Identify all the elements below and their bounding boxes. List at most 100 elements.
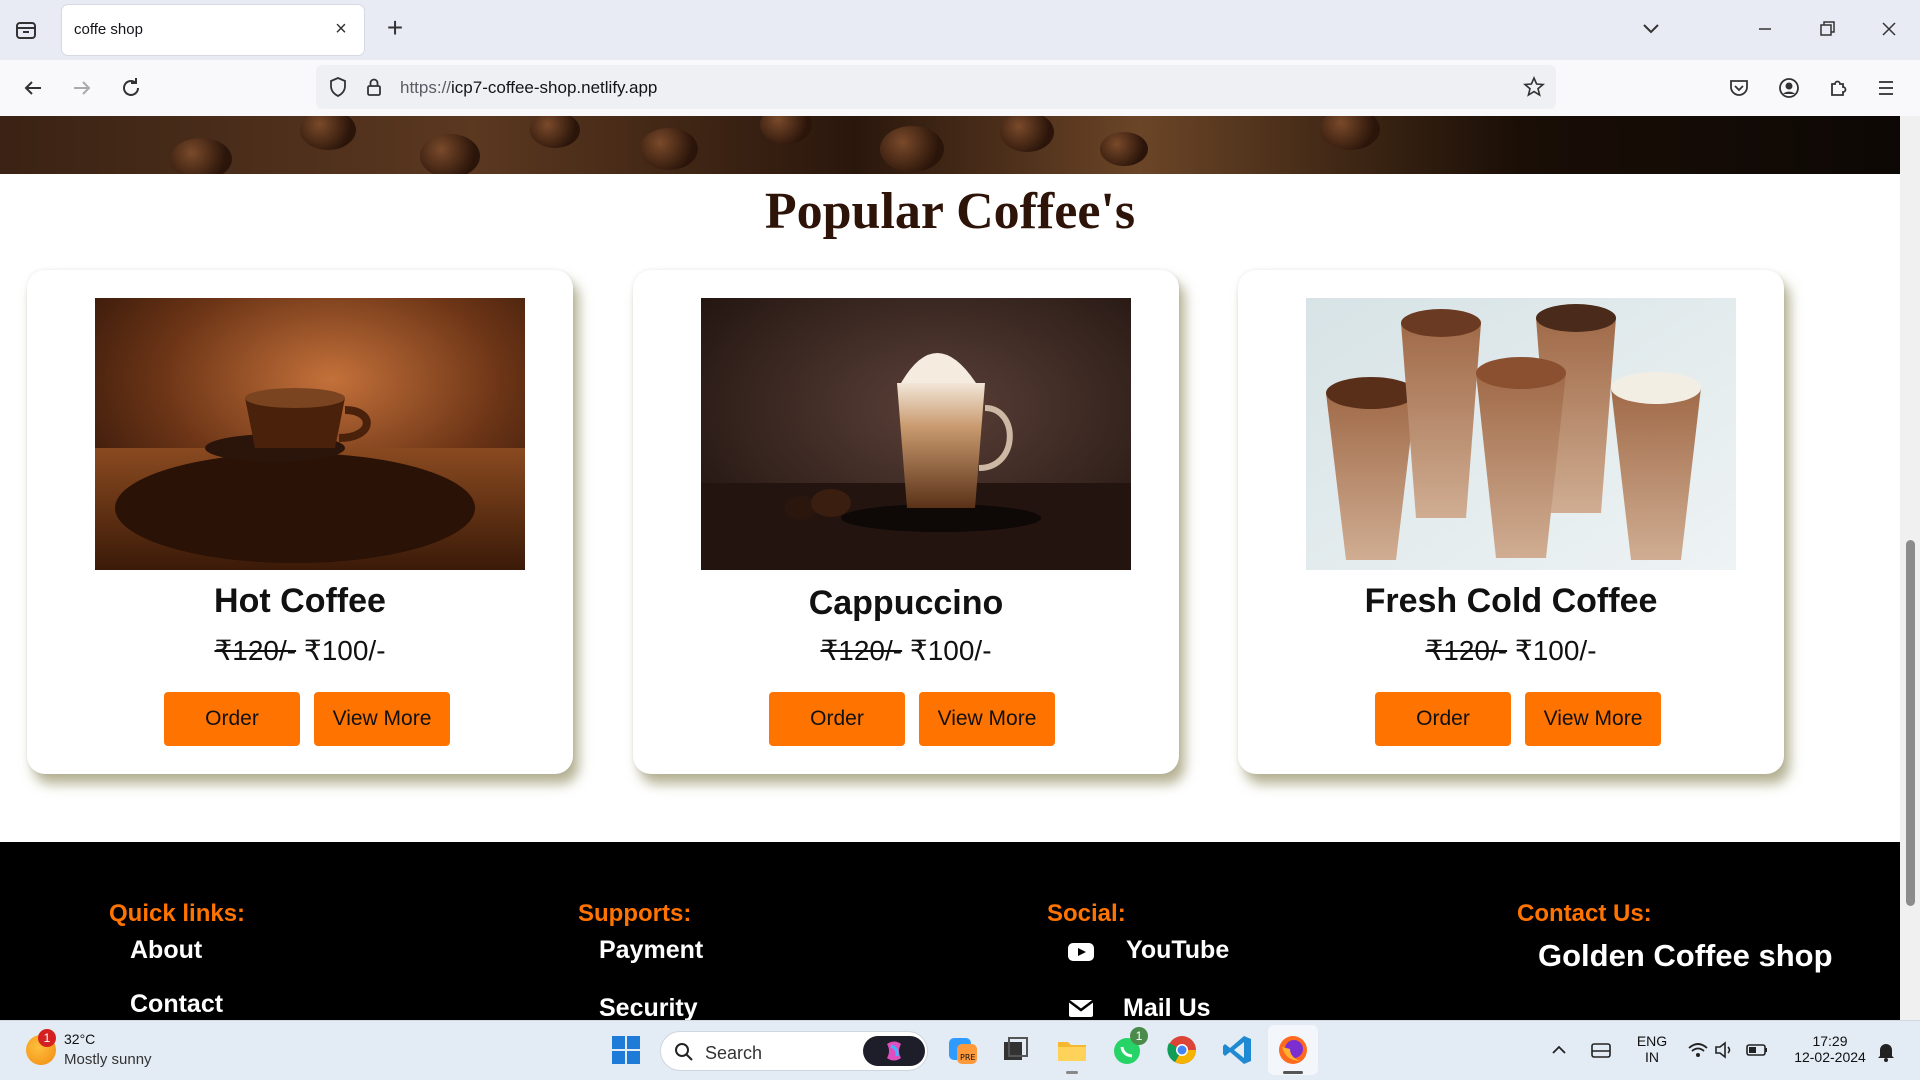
tab-list-chevron-icon[interactable] — [1636, 14, 1666, 44]
footer-link-about[interactable]: About — [130, 936, 202, 965]
whatsapp-badge: 1 — [1130, 1027, 1148, 1045]
close-window-icon[interactable] — [1874, 14, 1904, 44]
footer-brand-name: Golden Coffee shop — [1538, 938, 1833, 973]
url-text[interactable]: https://icp7-coffee-shop.netlify.app — [400, 78, 657, 98]
product-price: ₹120/- ₹100/- — [1238, 634, 1784, 667]
product-price: ₹120/- ₹100/- — [27, 634, 573, 667]
tray-chevron-up-icon[interactable] — [1544, 1035, 1574, 1065]
vscode-icon[interactable] — [1220, 1033, 1254, 1067]
youtube-icon — [1067, 940, 1095, 964]
touch-keyboard-icon[interactable] — [1586, 1035, 1616, 1065]
view-more-button[interactable]: View More — [314, 692, 450, 746]
shield-icon[interactable] — [326, 75, 350, 99]
clock-time: 17:29 — [1812, 1033, 1848, 1049]
tab-title: coffe shop — [74, 21, 143, 38]
footer-link-contact[interactable]: Contact — [130, 990, 223, 1019]
volume-icon[interactable] — [1710, 1035, 1740, 1065]
language-line2: IN — [1645, 1049, 1659, 1065]
language-line1: ENG — [1636, 1033, 1668, 1049]
tab-overview-icon[interactable] — [12, 16, 40, 44]
browser-toolbar: https://icp7-coffee-shop.netlify.app — [0, 60, 1920, 116]
firefox-icon[interactable] — [1276, 1033, 1310, 1067]
product-name: Cappuccino — [808, 584, 1004, 622]
browser-tab-active[interactable]: coffe shop × — [62, 5, 364, 55]
svg-text:PRE: PRE — [960, 1053, 975, 1062]
order-button[interactable]: Order — [164, 692, 300, 746]
view-more-button[interactable]: View More — [919, 692, 1055, 746]
battery-icon[interactable] — [1742, 1035, 1772, 1065]
mail-icon — [1067, 996, 1095, 1020]
address-bar[interactable]: https://icp7-coffee-shop.netlify.app — [316, 65, 1556, 109]
product-name: Fresh Cold Coffee — [1364, 582, 1658, 620]
page-scrollbar[interactable] — [1900, 116, 1920, 1020]
search-placeholder: Search — [705, 1043, 763, 1063]
product-card-hot-coffee: Hot Coffee ₹120/- ₹100/- Order View More — [27, 270, 573, 774]
file-explorer-icon[interactable] — [1055, 1033, 1089, 1067]
product-card-fresh-cold-coffee: Fresh Cold Coffee ₹120/- ₹100/- Order Vi… — [1238, 270, 1784, 774]
product-image-fresh-cold-coffee — [1306, 298, 1736, 570]
footer-heading-contact-us: Contact Us: — [1517, 900, 1652, 927]
product-image-cappuccino — [701, 298, 1131, 570]
product-image-hot-coffee — [95, 298, 525, 570]
old-price: ₹120/- — [1425, 635, 1508, 666]
site-footer: Quick links: About Contact Supports: Pay… — [0, 842, 1900, 1020]
footer-link-payment[interactable]: Payment — [599, 936, 703, 965]
firefox-running-indicator — [1283, 1071, 1303, 1074]
browser-tab-bar: coffe shop × + — [0, 0, 1920, 60]
tab-close-icon[interactable]: × — [330, 18, 352, 40]
hero-image-bottom — [0, 116, 1900, 174]
search-icon — [675, 1043, 693, 1061]
lock-icon[interactable] — [362, 75, 386, 99]
weather-description: Mostly sunny — [64, 1051, 152, 1068]
minimize-icon[interactable] — [1750, 14, 1780, 44]
pocket-icon[interactable] — [1724, 73, 1754, 103]
reload-icon[interactable] — [116, 73, 146, 103]
notification-bell-icon[interactable] — [1872, 1037, 1900, 1065]
footer-link-security[interactable]: Security — [599, 994, 698, 1020]
new-price: ₹100/- — [1514, 635, 1597, 666]
footer-link-mail-us[interactable]: Mail Us — [1123, 994, 1211, 1020]
restore-icon[interactable] — [1812, 14, 1842, 44]
footer-heading-supports: Supports: — [578, 900, 692, 927]
order-button[interactable]: Order — [769, 692, 905, 746]
bookmark-star-icon[interactable] — [1522, 75, 1546, 99]
clock[interactable]: 17:29 12-02-2024 — [1782, 1033, 1878, 1065]
explorer-running-indicator — [1066, 1071, 1078, 1074]
product-price: ₹120/- ₹100/- — [633, 634, 1179, 667]
footer-heading-social: Social: — [1047, 900, 1126, 927]
account-icon[interactable] — [1774, 73, 1804, 103]
back-icon[interactable] — [18, 73, 48, 103]
url-protocol: https:// — [400, 78, 452, 97]
order-button[interactable]: Order — [1375, 692, 1511, 746]
weather-temperature: 32°C — [64, 1031, 96, 1047]
footer-heading-quick-links: Quick links: — [109, 900, 246, 927]
screen: coffe shop × + https://icp7-coffee-shop.… — [0, 0, 1920, 1080]
extensions-icon[interactable] — [1823, 73, 1853, 103]
new-tab-icon[interactable]: + — [380, 14, 410, 44]
clock-date: 12-02-2024 — [1794, 1049, 1866, 1065]
language-indicator[interactable]: ENG IN — [1632, 1033, 1672, 1065]
page-viewport: Popular Coffee's Hot Coffee ₹120/- ₹100/… — [0, 116, 1900, 1020]
menu-icon[interactable] — [1871, 73, 1901, 103]
old-price: ₹120/- — [214, 635, 297, 666]
chrome-icon[interactable] — [1165, 1033, 1199, 1067]
wifi-icon[interactable] — [1683, 1035, 1713, 1065]
footer-link-youtube[interactable]: YouTube — [1126, 936, 1229, 965]
url-host: icp7-coffee-shop.netlify.app — [451, 78, 658, 97]
windows-start-icon[interactable] — [609, 1033, 643, 1067]
scrollbar-thumb[interactable] — [1906, 540, 1915, 906]
product-card-cappuccino: Cappuccino ₹120/- ₹100/- Order View More — [633, 270, 1179, 774]
view-more-button[interactable]: View More — [1525, 692, 1661, 746]
copilot-badge-icon — [863, 1036, 925, 1066]
weather-badge: 1 — [38, 1029, 56, 1047]
whatsapp-icon[interactable]: 1 — [1110, 1027, 1148, 1067]
forward-icon[interactable] — [67, 73, 97, 103]
taskbar-search[interactable]: Search — [660, 1031, 928, 1071]
new-price: ₹100/- — [303, 635, 386, 666]
copilot-app-icon[interactable]: PRE — [946, 1033, 980, 1067]
windows-taskbar: 1 32°C Mostly sunny Search PRE 1 ENG IN … — [0, 1020, 1920, 1080]
product-name: Hot Coffee — [214, 582, 386, 620]
old-price: ₹120/- — [820, 635, 903, 666]
task-view-icon[interactable] — [999, 1033, 1033, 1067]
section-title: Popular Coffee's — [764, 183, 1136, 240]
